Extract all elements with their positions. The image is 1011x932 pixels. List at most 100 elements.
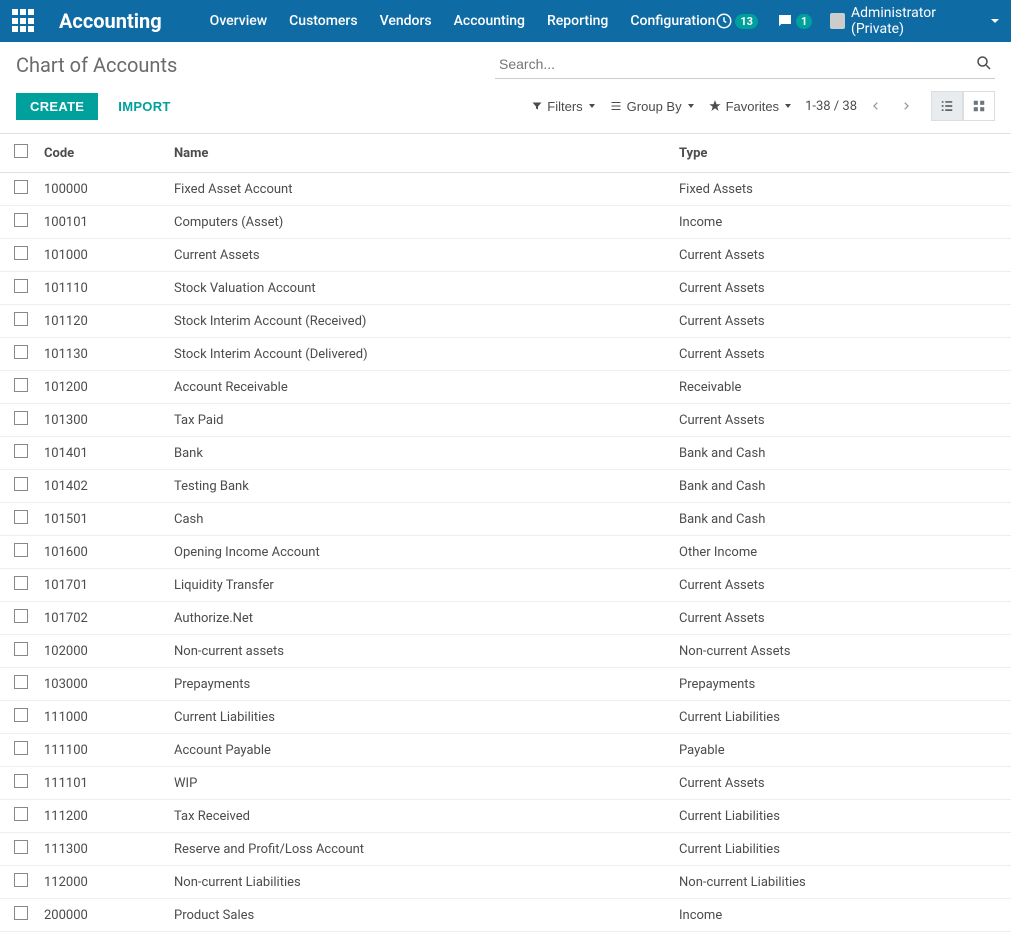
messages-button[interactable]: 1: [776, 12, 812, 30]
table-row[interactable]: 101702Authorize.NetCurrent Assets: [0, 602, 1011, 635]
list-view-button[interactable]: [931, 91, 963, 121]
table-row[interactable]: 101701Liquidity TransferCurrent Assets: [0, 569, 1011, 602]
cell-type: Current Assets: [671, 272, 1011, 305]
row-checkbox[interactable]: [14, 543, 28, 557]
table-row[interactable]: 200000Product SalesIncome: [0, 899, 1011, 932]
nav-overview[interactable]: Overview: [210, 13, 267, 29]
pager-prev[interactable]: [865, 95, 887, 117]
groupby-label: Group By: [627, 99, 682, 114]
row-checkbox[interactable]: [14, 510, 28, 524]
nav-configuration[interactable]: Configuration: [630, 13, 715, 29]
cell-code: 101120: [36, 305, 166, 338]
pager-text[interactable]: 1-38 / 38: [805, 99, 857, 114]
table-row[interactable]: 111000Current LiabilitiesCurrent Liabili…: [0, 701, 1011, 734]
nav-customers[interactable]: Customers: [289, 13, 357, 29]
row-checkbox[interactable]: [14, 411, 28, 425]
nav-accounting[interactable]: Accounting: [454, 13, 525, 29]
table-row[interactable]: 101000Current AssetsCurrent Assets: [0, 239, 1011, 272]
nav-vendors[interactable]: Vendors: [380, 13, 432, 29]
table-row[interactable]: 111100Account PayablePayable: [0, 734, 1011, 767]
table-row[interactable]: 101120Stock Interim Account (Received)Cu…: [0, 305, 1011, 338]
row-checkbox[interactable]: [14, 807, 28, 821]
row-checkbox[interactable]: [14, 774, 28, 788]
cell-name: Current Assets: [166, 239, 671, 272]
row-checkbox[interactable]: [14, 312, 28, 326]
filters-button[interactable]: Filters: [531, 99, 594, 114]
row-checkbox[interactable]: [14, 378, 28, 392]
create-button[interactable]: CREATE: [16, 93, 98, 120]
row-checkbox[interactable]: [14, 708, 28, 722]
row-checkbox[interactable]: [14, 840, 28, 854]
table-row[interactable]: 101200Account ReceivableReceivable: [0, 371, 1011, 404]
table-row[interactable]: 100000Fixed Asset AccountFixed Assets: [0, 173, 1011, 206]
clock-icon: [715, 12, 733, 30]
row-checkbox[interactable]: [14, 741, 28, 755]
table-row[interactable]: 111200Tax ReceivedCurrent Liabilities: [0, 800, 1011, 833]
cell-type: Current Assets: [671, 338, 1011, 371]
table-row[interactable]: 112000Non-current LiabilitiesNon-current…: [0, 866, 1011, 899]
row-checkbox[interactable]: [14, 906, 28, 920]
cell-type: Current Assets: [671, 569, 1011, 602]
cell-name: Non-current Liabilities: [166, 866, 671, 899]
row-checkbox[interactable]: [14, 873, 28, 887]
import-button[interactable]: IMPORT: [110, 93, 178, 120]
table-row[interactable]: 101501CashBank and Cash: [0, 503, 1011, 536]
table-row[interactable]: 101130Stock Interim Account (Delivered)C…: [0, 338, 1011, 371]
filter-icon: [531, 100, 543, 112]
table-row[interactable]: 101110Stock Valuation AccountCurrent Ass…: [0, 272, 1011, 305]
table-row[interactable]: 101401BankBank and Cash: [0, 437, 1011, 470]
messages-badge: 1: [796, 14, 812, 29]
activity-button[interactable]: 13: [715, 12, 758, 30]
search-icon[interactable]: [975, 54, 993, 72]
table-row[interactable]: 111101WIPCurrent Assets: [0, 767, 1011, 800]
col-type[interactable]: Type: [671, 134, 1011, 173]
row-checkbox[interactable]: [14, 246, 28, 260]
row-checkbox[interactable]: [14, 444, 28, 458]
kanban-view-button[interactable]: [963, 91, 995, 121]
table-row[interactable]: 101402Testing BankBank and Cash: [0, 470, 1011, 503]
row-checkbox[interactable]: [14, 675, 28, 689]
list-view-icon: [939, 99, 955, 113]
row-checkbox[interactable]: [14, 213, 28, 227]
filters-label: Filters: [547, 99, 582, 114]
row-checkbox[interactable]: [14, 609, 28, 623]
table-row[interactable]: 101300Tax PaidCurrent Assets: [0, 404, 1011, 437]
row-checkbox[interactable]: [14, 477, 28, 491]
cell-code: 100000: [36, 173, 166, 206]
accounts-table: Code Name Type 100000Fixed Asset Account…: [0, 134, 1011, 932]
search-input[interactable]: [495, 50, 995, 79]
chevron-down-icon: [589, 104, 595, 108]
col-code[interactable]: Code: [36, 134, 166, 173]
row-checkbox[interactable]: [14, 576, 28, 590]
user-menu[interactable]: Administrator (Private): [830, 5, 999, 37]
cell-code: 111100: [36, 734, 166, 767]
chevron-down-icon: [785, 104, 791, 108]
cell-type: Current Assets: [671, 239, 1011, 272]
nav-reporting[interactable]: Reporting: [547, 13, 608, 29]
cell-type: Bank and Cash: [671, 503, 1011, 536]
star-icon: [708, 99, 722, 113]
apps-menu-icon[interactable]: [12, 9, 35, 33]
table-row[interactable]: 100101Computers (Asset)Income: [0, 206, 1011, 239]
table-row[interactable]: 111300Reserve and Profit/Loss AccountCur…: [0, 833, 1011, 866]
groupby-button[interactable]: Group By: [609, 99, 694, 114]
select-all-checkbox[interactable]: [14, 144, 28, 158]
pager-next[interactable]: [895, 95, 917, 117]
cell-code: 101000: [36, 239, 166, 272]
table-row[interactable]: 103000PrepaymentsPrepayments: [0, 668, 1011, 701]
col-name[interactable]: Name: [166, 134, 671, 173]
cell-type: Current Assets: [671, 404, 1011, 437]
row-checkbox[interactable]: [14, 279, 28, 293]
table-row[interactable]: 102000Non-current assetsNon-current Asse…: [0, 635, 1011, 668]
cell-name: Non-current assets: [166, 635, 671, 668]
cell-name: Testing Bank: [166, 470, 671, 503]
cell-name: Stock Interim Account (Delivered): [166, 338, 671, 371]
row-checkbox[interactable]: [14, 642, 28, 656]
cell-name: Current Liabilities: [166, 701, 671, 734]
row-checkbox[interactable]: [14, 345, 28, 359]
table-row[interactable]: 101600Opening Income AccountOther Income: [0, 536, 1011, 569]
app-title[interactable]: Accounting: [59, 9, 162, 33]
favorites-button[interactable]: Favorites: [708, 99, 791, 114]
cell-name: Cash: [166, 503, 671, 536]
row-checkbox[interactable]: [14, 180, 28, 194]
